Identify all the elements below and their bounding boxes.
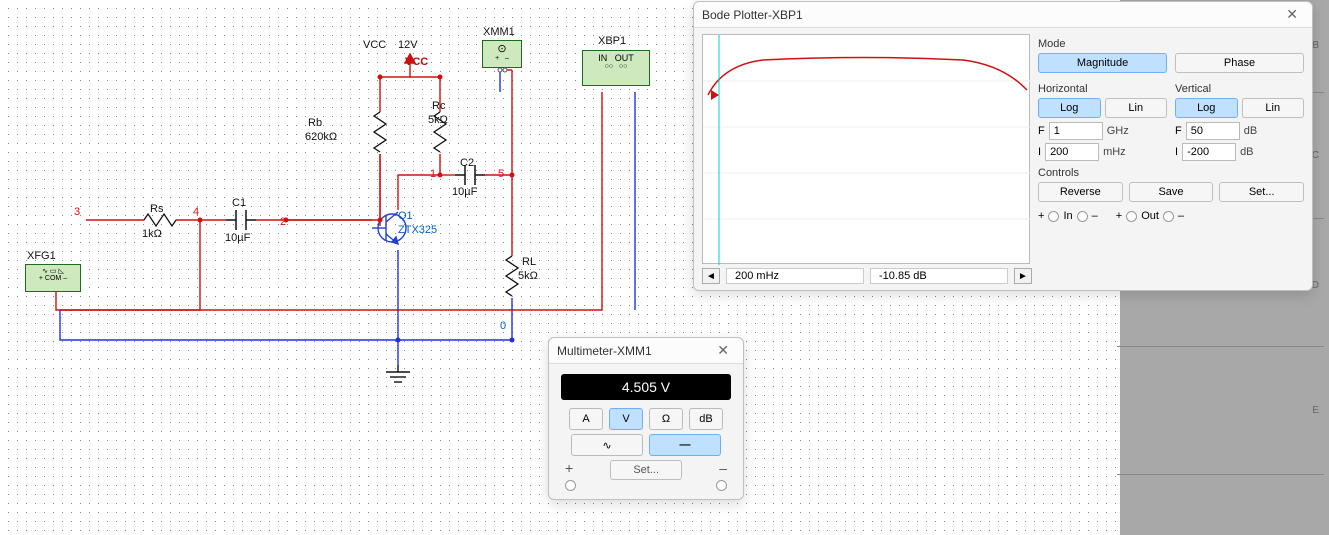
rc-name: Rc [432,100,445,112]
mm-dc-button[interactable]: — [649,434,721,456]
bode-plot[interactable] [702,34,1030,264]
bode-titlebar[interactable]: Bode Plotter-XBP1 ✕ [694,2,1312,28]
c1-val: 10µF [225,232,250,244]
h-i-input[interactable] [1045,143,1099,161]
rl-name: RL [522,256,536,268]
mode-label: Mode [1038,38,1304,50]
h-f-input[interactable] [1049,122,1103,140]
xmm1-label: XMM1 [483,26,515,38]
mm-title: Multimeter-XMM1 [557,344,652,358]
v-f-input[interactable] [1186,122,1240,140]
instrument-xbp1[interactable]: IN OUT ○○ ○○ [582,50,650,86]
mm-minus-terminal[interactable] [716,480,727,491]
v-i-unit: dB [1240,146,1274,158]
rs-name: Rs [150,203,163,215]
save-button[interactable]: Save [1129,182,1214,202]
instrument-xfg1[interactable]: ∿ ▭ ◺ + COM – [25,264,81,292]
v-i-label: I [1175,146,1178,158]
bode-title: Bode Plotter-XBP1 [702,8,803,22]
mm-volts-button[interactable]: V [609,408,643,430]
close-icon[interactable]: ✕ [1280,4,1304,25]
horizontal-label: Horizontal [1038,83,1167,95]
node-2: 2 [280,216,286,228]
ruler-e: E [1312,405,1319,416]
v-f-unit: dB [1244,125,1278,137]
in-minus: – [1092,210,1098,222]
vcc-name: VCC [363,39,386,51]
c1-name: C1 [232,197,246,209]
node-4: 4 [193,206,199,218]
mm-minus: – [719,460,727,480]
xbp1-in-label: IN [598,53,607,63]
multimeter-window[interactable]: Multimeter-XMM1 ✕ 4.505 V A V Ω dB ∿ — +… [548,337,744,500]
xfg1-label: XFG1 [27,250,56,262]
cursor-y-readout: -10.85 dB [870,268,1008,284]
cursor-right-button[interactable]: ► [1014,268,1032,284]
in-label: In [1063,210,1072,222]
in-plus-terminal[interactable] [1048,211,1059,222]
reverse-button[interactable]: Reverse [1038,182,1123,202]
vcc-net: VCC [405,56,428,68]
in-plus: + [1038,210,1044,222]
h-f-unit: GHz [1107,125,1141,137]
mm-ohms-button[interactable]: Ω [649,408,683,430]
c2-name: C2 [460,157,474,169]
node-3: 3 [74,206,80,218]
node-1: 1 [430,168,436,180]
mm-set-button[interactable]: Set... [610,460,682,480]
h-f-label: F [1038,125,1045,137]
out-plus: + [1116,210,1122,222]
h-i-unit: mHz [1103,146,1137,158]
bode-plotter-window[interactable]: Bode Plotter-XBP1 ✕ ◄ 200 mHz -10.85 [693,1,1313,291]
mm-amps-button[interactable]: A [569,408,603,430]
xbp1-label: XBP1 [598,35,626,47]
mm-titlebar[interactable]: Multimeter-XMM1 ✕ [549,338,743,364]
q1-name: Q1 [398,210,413,222]
c2-val: 10µF [452,186,477,198]
vcc-value: 12V [398,39,418,51]
out-label: Out [1141,210,1159,222]
out-minus: – [1178,210,1184,222]
cursor-x-readout: 200 mHz [726,268,864,284]
set-button[interactable]: Set... [1219,182,1304,202]
mm-plus-terminal[interactable] [565,480,576,491]
mm-ac-button[interactable]: ∿ [571,434,643,456]
rs-val: 1kΩ [142,228,162,240]
rc-val: 5kΩ [428,114,448,126]
vertical-label: Vertical [1175,83,1304,95]
phase-button[interactable]: Phase [1175,53,1304,73]
node-5: 5 [498,168,504,180]
h-log-button[interactable]: Log [1038,98,1101,118]
ruler-b: B [1312,40,1319,51]
out-minus-terminal[interactable] [1163,211,1174,222]
v-f-label: F [1175,125,1182,137]
rl-val: 5kΩ [518,270,538,282]
q1-model: ZTX325 [398,224,437,236]
h-i-label: I [1038,146,1041,158]
out-plus-terminal[interactable] [1126,211,1137,222]
mm-db-button[interactable]: dB [689,408,723,430]
instrument-xmm1[interactable]: ⊙ + – [482,40,522,68]
rb-val: 620kΩ [305,131,337,143]
close-icon[interactable]: ✕ [711,340,735,361]
v-log-button[interactable]: Log [1175,98,1238,118]
node-0: 0 [500,320,506,332]
xbp1-out-label: OUT [615,53,634,63]
rb-name: Rb [308,117,322,129]
v-i-input[interactable] [1182,143,1236,161]
mm-display: 4.505 V [561,374,731,400]
cursor-left-button[interactable]: ◄ [702,268,720,284]
h-lin-button[interactable]: Lin [1105,98,1168,118]
controls-label: Controls [1038,167,1304,179]
v-lin-button[interactable]: Lin [1242,98,1305,118]
mm-plus: + [565,460,573,480]
in-minus-terminal[interactable] [1077,211,1088,222]
magnitude-button[interactable]: Magnitude [1038,53,1167,73]
